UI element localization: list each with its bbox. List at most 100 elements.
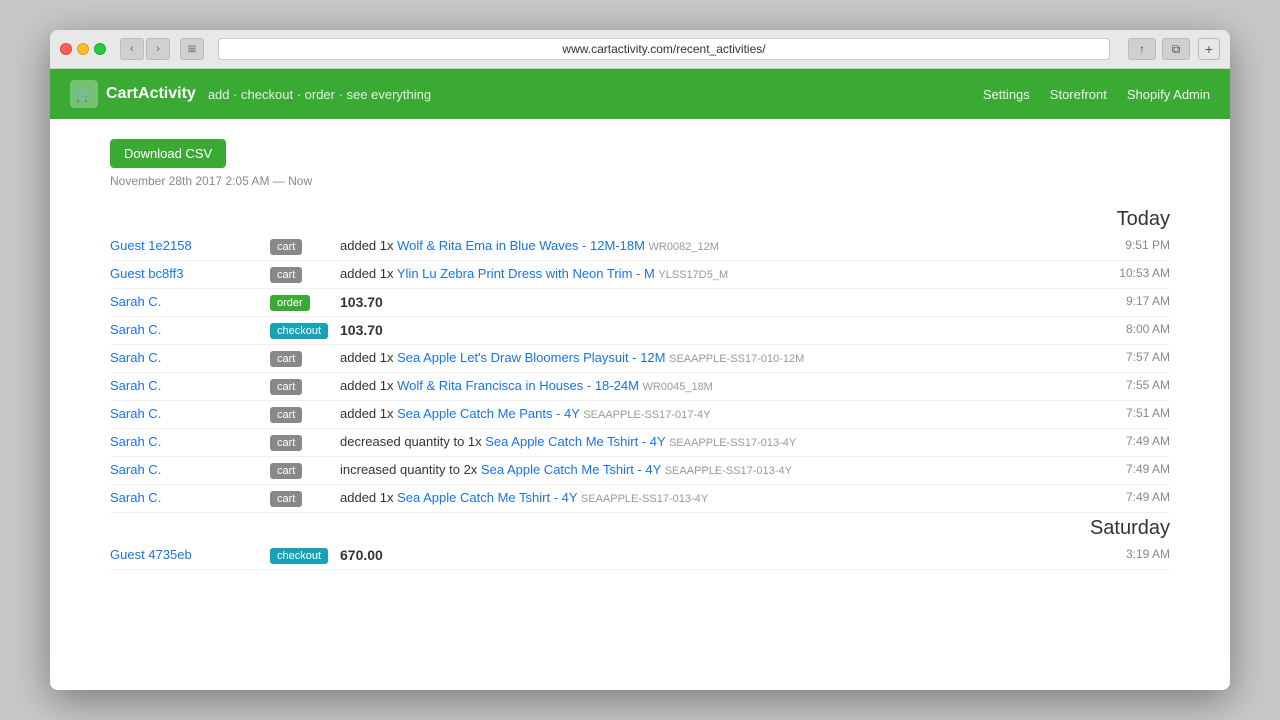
- new-window-button[interactable]: ⧉: [1162, 38, 1190, 60]
- browser-chrome: ‹ › ⊞ www.cartactivity.com/recent_activi…: [50, 30, 1230, 69]
- list-item: Guest bc8ff3 cart added 1x Ylin Lu Zebra…: [110, 261, 1170, 289]
- activity-badge: cart: [270, 239, 302, 255]
- description-cell: added 1x Wolf & Rita Francisca in Houses…: [340, 373, 1090, 401]
- forward-button[interactable]: ›: [146, 38, 170, 60]
- logo-area: 🛒 CartActivity add · checkout · order · …: [70, 80, 431, 108]
- description-cell: added 1x Wolf & Rita Ema in Blue Waves -…: [340, 233, 1090, 261]
- app-header: 🛒 CartActivity add · checkout · order · …: [50, 69, 1230, 119]
- sku: SEAAPPLE-SS17-013-4Y: [669, 437, 796, 449]
- tab-view-button[interactable]: ⊞: [180, 38, 204, 60]
- activity-badge: cart: [270, 491, 302, 507]
- close-button[interactable]: [60, 43, 72, 55]
- share-icon: ↑: [1139, 42, 1145, 56]
- badge-cell: cart: [270, 485, 340, 513]
- description-cell: added 1x Sea Apple Catch Me Pants - 4Y S…: [340, 401, 1090, 429]
- add-tab-button[interactable]: +: [1198, 38, 1220, 60]
- list-item: Sarah C. cart decreased quantity to 1x S…: [110, 429, 1170, 457]
- product-link[interactable]: Sea Apple Let's Draw Bloomers Playsuit -…: [397, 350, 665, 365]
- user-link[interactable]: Sarah C.: [110, 485, 270, 513]
- product-link[interactable]: Sea Apple Catch Me Tshirt - 4Y: [397, 490, 577, 505]
- user-link[interactable]: Sarah C.: [110, 429, 270, 457]
- description-cell: 103.70: [340, 289, 1090, 317]
- nav-shopify-admin[interactable]: Shopify Admin: [1127, 87, 1210, 102]
- description-prefix: added 1x: [340, 238, 397, 253]
- sku: WR0082_12M: [649, 241, 719, 253]
- list-item: Sarah C. cart increased quantity to 2x S…: [110, 457, 1170, 485]
- logo-icon: 🛒: [70, 80, 98, 108]
- list-item: Sarah C. cart added 1x Sea Apple Catch M…: [110, 401, 1170, 429]
- url-text: www.cartactivity.com/recent_activities/: [562, 42, 765, 56]
- tagline: add · checkout · order · see everything: [208, 87, 431, 102]
- day-header: Saturday: [110, 513, 1170, 543]
- time-cell: 7:57 AM: [1090, 345, 1170, 373]
- sku: SEAAPPLE-SS17-013-4Y: [665, 465, 792, 477]
- sku: SEAAPPLE-SS17-017-4Y: [583, 409, 710, 421]
- time-cell: 3:19 AM: [1090, 542, 1170, 570]
- activity-badge: cart: [270, 407, 302, 423]
- address-bar[interactable]: www.cartactivity.com/recent_activities/: [218, 38, 1110, 60]
- time-cell: 7:51 AM: [1090, 401, 1170, 429]
- user-link[interactable]: Guest 1e2158: [110, 233, 270, 261]
- user-link[interactable]: Guest 4735eb: [110, 542, 270, 570]
- list-item: Sarah C. cart added 1x Sea Apple Let's D…: [110, 345, 1170, 373]
- time-cell: 7:49 AM: [1090, 457, 1170, 485]
- time-cell: 9:17 AM: [1090, 289, 1170, 317]
- back-button[interactable]: ‹: [120, 38, 144, 60]
- back-icon: ‹: [130, 43, 134, 55]
- product-link[interactable]: Wolf & Rita Ema in Blue Waves - 12M-18M: [397, 238, 645, 253]
- user-link[interactable]: Sarah C.: [110, 317, 270, 345]
- user-link[interactable]: Sarah C.: [110, 345, 270, 373]
- description-cell: 670.00: [340, 542, 1090, 570]
- product-link[interactable]: Sea Apple Catch Me Tshirt - 4Y: [481, 462, 661, 477]
- description-prefix: added 1x: [340, 406, 397, 421]
- nav-storefront[interactable]: Storefront: [1050, 87, 1107, 102]
- description-prefix: added 1x: [340, 378, 397, 393]
- description-prefix: added 1x: [340, 350, 397, 365]
- activity-badge: checkout: [270, 323, 328, 339]
- time-cell: 8:00 AM: [1090, 317, 1170, 345]
- activity-badge: cart: [270, 463, 302, 479]
- main-nav: Settings Storefront Shopify Admin: [983, 87, 1210, 102]
- sku: WR0045_18M: [643, 381, 713, 393]
- activity-badge: order: [270, 295, 310, 311]
- minimize-button[interactable]: [77, 43, 89, 55]
- user-link[interactable]: Guest bc8ff3: [110, 261, 270, 289]
- list-item: Sarah C. order 103.70 9:17 AM: [110, 289, 1170, 317]
- list-item: Guest 1e2158 cart added 1x Wolf & Rita E…: [110, 233, 1170, 261]
- forward-icon: ›: [156, 43, 160, 55]
- user-link[interactable]: Sarah C.: [110, 289, 270, 317]
- badge-cell: cart: [270, 261, 340, 289]
- new-window-icon: ⧉: [1172, 42, 1181, 57]
- time-cell: 7:49 AM: [1090, 485, 1170, 513]
- maximize-button[interactable]: [94, 43, 106, 55]
- badge-cell: cart: [270, 345, 340, 373]
- badge-cell: checkout: [270, 317, 340, 345]
- share-button[interactable]: ↑: [1128, 38, 1156, 60]
- user-link[interactable]: Sarah C.: [110, 457, 270, 485]
- description-cell: decreased quantity to 1x Sea Apple Catch…: [340, 429, 1090, 457]
- activity-badge: cart: [270, 267, 302, 283]
- activity-badge: cart: [270, 379, 302, 395]
- day-header: Today: [110, 204, 1170, 233]
- browser-window: ‹ › ⊞ www.cartactivity.com/recent_activi…: [50, 30, 1230, 690]
- product-link[interactable]: Ylin Lu Zebra Print Dress with Neon Trim…: [397, 266, 655, 281]
- sku: SEAAPPLE-SS17-010-12M: [669, 353, 804, 365]
- description-cell: added 1x Sea Apple Let's Draw Bloomers P…: [340, 345, 1090, 373]
- product-link[interactable]: Sea Apple Catch Me Pants - 4Y: [397, 406, 580, 421]
- time-cell: 7:55 AM: [1090, 373, 1170, 401]
- sku: YLSS17D5_M: [658, 269, 728, 281]
- user-link[interactable]: Sarah C.: [110, 401, 270, 429]
- description-prefix: added 1x: [340, 266, 397, 281]
- badge-cell: cart: [270, 429, 340, 457]
- date-range: November 28th 2017 2:05 AM — Now: [110, 174, 1170, 188]
- user-link[interactable]: Sarah C.: [110, 373, 270, 401]
- download-csv-button[interactable]: Download CSV: [110, 139, 226, 168]
- time-cell: 10:53 AM: [1090, 261, 1170, 289]
- amount: 670.00: [340, 547, 383, 563]
- product-link[interactable]: Sea Apple Catch Me Tshirt - 4Y: [485, 434, 665, 449]
- traffic-lights: [60, 43, 106, 55]
- activity-badge: checkout: [270, 548, 328, 564]
- product-link[interactable]: Wolf & Rita Francisca in Houses - 18-24M: [397, 378, 639, 393]
- list-item: Sarah C. cart added 1x Wolf & Rita Franc…: [110, 373, 1170, 401]
- nav-settings[interactable]: Settings: [983, 87, 1030, 102]
